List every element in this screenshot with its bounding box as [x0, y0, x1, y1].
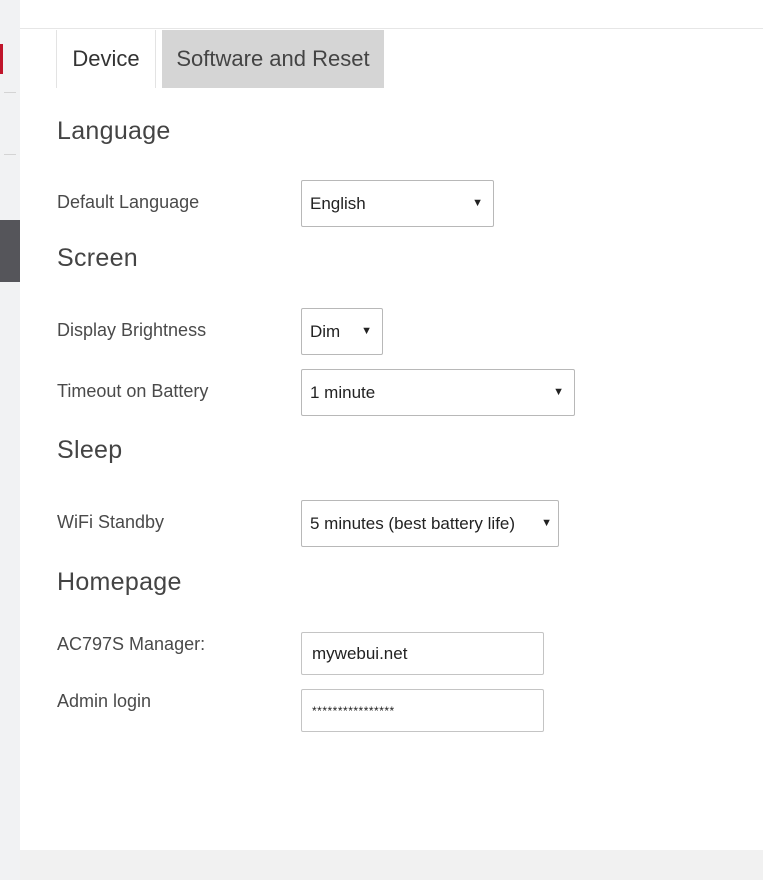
admin-login-label: Admin login [57, 691, 152, 711]
caret-down-icon: ▼ [472, 197, 483, 209]
language-heading: Language [57, 117, 171, 145]
left-sidebar-strip [0, 0, 20, 880]
sidebar-active-indicator [0, 44, 3, 74]
display-brightness-value: Dim [310, 322, 341, 341]
default-language-select[interactable]: English ▼ [301, 180, 494, 227]
top-divider [20, 28, 763, 29]
wifi-standby-label: WiFi Standby [57, 512, 165, 532]
caret-down-icon: ▼ [553, 386, 564, 398]
default-language-value: English [310, 194, 366, 213]
footer-bar [20, 850, 763, 880]
caret-down-icon: ▼ [541, 517, 552, 529]
sidebar-divider [4, 92, 16, 93]
manager-url-input[interactable] [301, 632, 544, 675]
sidebar-divider [4, 154, 16, 155]
display-brightness-label: Display Brightness [57, 320, 207, 340]
timeout-battery-select[interactable]: 1 minute ▼ [301, 369, 575, 416]
tab-software-and-reset[interactable]: Software and Reset [162, 30, 384, 88]
sleep-heading: Sleep [57, 436, 123, 464]
manager-label: AC797S Manager: [57, 634, 206, 654]
homepage-heading: Homepage [57, 568, 182, 596]
wifi-standby-value: 5 minutes (best battery life) [310, 514, 516, 533]
timeout-battery-value: 1 minute [310, 383, 376, 402]
default-language-label: Default Language [57, 192, 200, 212]
screen-heading: Screen [57, 244, 139, 272]
timeout-battery-label: Timeout on Battery [57, 381, 209, 401]
caret-down-icon: ▼ [361, 325, 372, 337]
admin-login-input[interactable]: **************** [301, 689, 544, 732]
tab-device[interactable]: Device [56, 30, 156, 88]
sidebar-scroll-thumb[interactable] [0, 220, 20, 282]
display-brightness-select[interactable]: Dim ▼ [301, 308, 383, 355]
wifi-standby-select[interactable]: 5 minutes (best battery life) ▼ [301, 500, 559, 547]
